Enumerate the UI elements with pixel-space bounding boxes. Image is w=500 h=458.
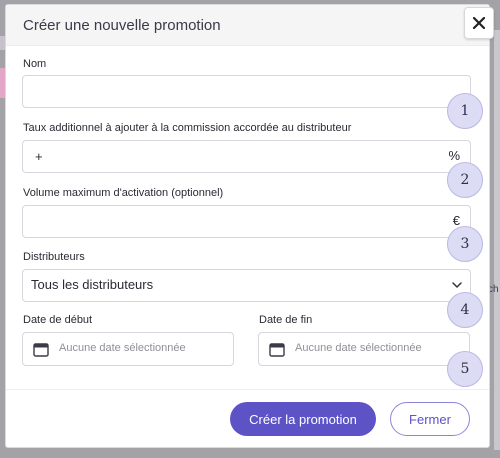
rate-prefix: + xyxy=(35,149,43,164)
chevron-down-icon xyxy=(452,282,462,288)
name-input[interactable] xyxy=(22,75,471,108)
end-date-placeholder: Aucune date sélectionnée xyxy=(295,342,422,354)
footer-divider xyxy=(6,389,489,390)
create-promotion-modal: Créer une nouvelle promotion Nom Taux ad… xyxy=(5,4,494,448)
calendar-icon xyxy=(33,343,49,357)
step-badge-3: 3 xyxy=(447,226,483,262)
step-badge-2: 2 xyxy=(447,162,483,198)
start-date-picker[interactable]: Aucune date sélectionnée xyxy=(22,332,234,366)
rate-label: Taux additionnel à ajouter à la commissi… xyxy=(23,122,352,134)
end-date-label: Date de fin xyxy=(259,314,313,326)
distributors-selected: Tous les distributeurs xyxy=(31,277,154,292)
close-modal-button[interactable]: Fermer xyxy=(390,402,470,436)
step-badge-5: 5 xyxy=(447,351,483,387)
step-badge-1: 1 xyxy=(447,93,483,129)
distributors-select[interactable]: Tous les distributeurs xyxy=(22,269,471,302)
backdrop-strip xyxy=(494,30,500,450)
end-date-picker[interactable]: Aucune date sélectionnée xyxy=(258,332,470,366)
volume-label: Volume maximum d'activation (optionnel) xyxy=(23,187,224,199)
distributors-label: Distributeurs xyxy=(23,251,85,263)
start-date-label: Date de début xyxy=(23,314,93,326)
calendar-icon xyxy=(269,343,285,357)
rate-suffix: % xyxy=(448,148,460,163)
close-button[interactable] xyxy=(464,7,494,39)
start-date-placeholder: Aucune date sélectionnée xyxy=(59,342,186,354)
close-icon xyxy=(473,17,485,29)
step-badge-4: 4 xyxy=(447,292,483,328)
modal-title: Créer une nouvelle promotion xyxy=(23,17,221,34)
volume-input[interactable]: € xyxy=(22,205,471,238)
name-label: Nom xyxy=(23,58,47,70)
create-promotion-button[interactable]: Créer la promotion xyxy=(230,402,376,436)
modal-header: Créer une nouvelle promotion xyxy=(6,5,489,46)
rate-input[interactable]: + % xyxy=(22,140,471,173)
